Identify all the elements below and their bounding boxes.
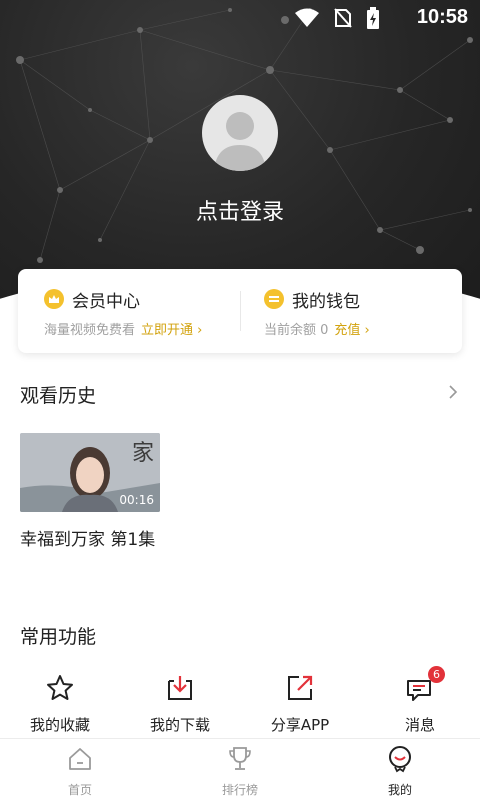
- messages-button[interactable]: 6 消息: [370, 666, 470, 735]
- thumbnail-title-glyph: 家: [131, 441, 154, 466]
- share-app-label: 分享APP: [270, 716, 330, 734]
- downloads-label: 我的下载: [149, 716, 210, 734]
- downloads-button[interactable]: 我的下载: [130, 668, 230, 735]
- history-more-chevron-icon[interactable]: [448, 384, 458, 400]
- status-time: 10:58: [416, 6, 468, 28]
- home-icon: [69, 748, 91, 770]
- no-sim-icon: [334, 8, 352, 28]
- member-card: 会员中心 海量视频免费看 立即开通 › 我的钱包 当前余额 0 充值 ›: [18, 269, 462, 353]
- tab-ranking[interactable]: 排行榜: [200, 745, 280, 798]
- recharge-link[interactable]: 充值 ›: [334, 319, 369, 338]
- bottom-tab-bar: 首页 排行榜 我的: [0, 738, 480, 800]
- wallet-entry[interactable]: 我的钱包 当前余额 0 充值 ›: [264, 287, 370, 338]
- tab-profile[interactable]: 我的: [360, 745, 440, 798]
- tab-home-label: 首页: [67, 783, 92, 797]
- wallet-icon: [264, 289, 284, 309]
- battery-charging-icon: [367, 7, 379, 29]
- profile-icon: [389, 746, 411, 773]
- message-count-badge: 6: [428, 666, 445, 683]
- history-video-thumbnail[interactable]: 家 00:16: [20, 433, 160, 512]
- history-title: 观看历史: [20, 385, 97, 407]
- video-duration: 00:16: [119, 493, 154, 507]
- vip-center-subtitle: 海量视频免费看: [44, 323, 136, 338]
- share-app-button[interactable]: 分享APP: [250, 668, 350, 735]
- card-divider: [240, 291, 241, 331]
- default-avatar-icon: [214, 112, 266, 171]
- vip-center-entry[interactable]: 会员中心 海量视频免费看 立即开通 ›: [44, 287, 202, 338]
- vip-open-link[interactable]: 立即开通 ›: [141, 319, 202, 338]
- login-button[interactable]: 点击登录: [0, 194, 480, 226]
- download-icon: [168, 676, 192, 700]
- crown-icon: [44, 289, 64, 309]
- favorites-label: 我的收藏: [29, 716, 90, 734]
- history-video-title[interactable]: 幸福到万家 第1集: [20, 527, 160, 554]
- vip-center-title: 会员中心: [72, 291, 140, 312]
- messages-label: 消息: [404, 716, 435, 734]
- tab-home[interactable]: 首页: [40, 745, 120, 798]
- wifi-icon: [295, 8, 319, 27]
- avatar[interactable]: [202, 95, 278, 171]
- tab-ranking-label: 排行榜: [221, 783, 258, 797]
- share-icon: [288, 675, 313, 700]
- wallet-balance: 当前余额 0: [264, 323, 329, 338]
- trophy-icon: [229, 747, 251, 770]
- status-bar: 10:58: [0, 0, 480, 36]
- star-icon: [47, 675, 73, 700]
- wallet-title: 我的钱包: [292, 291, 360, 312]
- tab-profile-label: 我的: [387, 783, 412, 797]
- favorites-button[interactable]: 我的收藏: [10, 668, 110, 735]
- functions-title: 常用功能: [20, 626, 97, 648]
